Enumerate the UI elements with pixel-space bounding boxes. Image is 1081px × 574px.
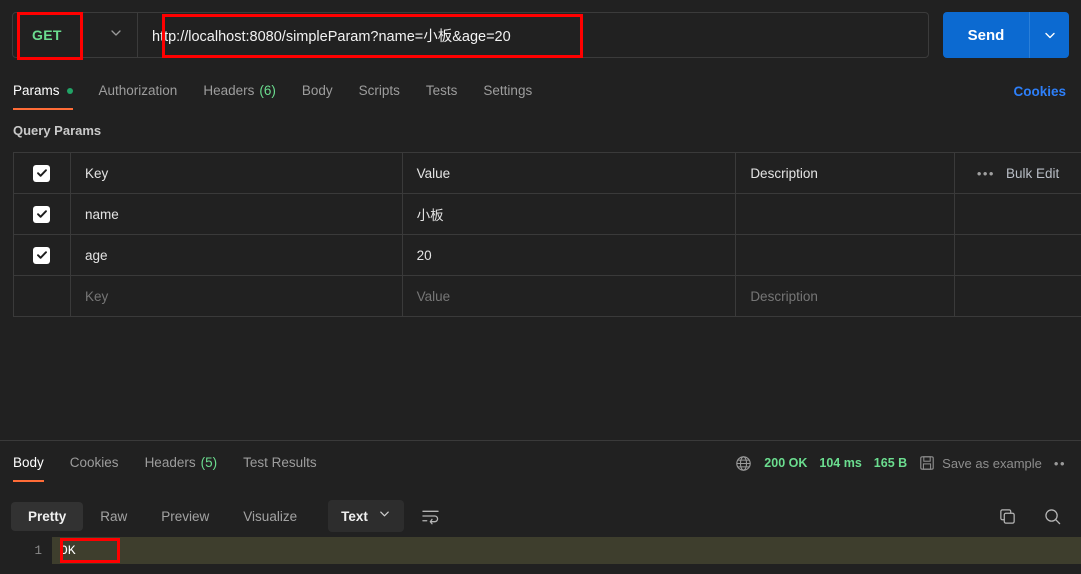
copy-icon[interactable] — [998, 507, 1017, 526]
table-header-row: Key Value Description ••• Bulk Edit — [14, 153, 1081, 194]
request-bar: GET http://localhost:8080/simpleParam?na… — [0, 0, 1081, 70]
response-tab-body-label: Body — [13, 455, 44, 470]
row-value-input[interactable]: 小板 — [403, 194, 737, 234]
response-tab-headers-label: Headers — [144, 455, 196, 470]
response-body-text: OK — [60, 543, 76, 558]
response-size: 165 B — [873, 456, 908, 470]
row-value-input[interactable]: 20 — [403, 235, 737, 275]
response-time: 104 ms — [819, 456, 862, 470]
response-tabs: Body Cookies Headers (5) Test Results 20… — [0, 441, 1081, 485]
row-checkbox[interactable] — [33, 246, 51, 264]
view-raw-button[interactable]: Raw — [83, 502, 144, 531]
tab-scripts-label: Scripts — [358, 83, 400, 98]
tab-body[interactable]: Body — [302, 72, 333, 110]
response-tab-body[interactable]: Body — [13, 444, 44, 482]
url-text: http://localhost:8080/simpleParam?name=小… — [152, 28, 511, 45]
table-row: name 小板 — [14, 194, 1081, 235]
unsaved-dot-icon — [66, 87, 73, 94]
view-pretty-button[interactable]: Pretty — [11, 501, 84, 531]
row-actions-cell — [955, 235, 1081, 275]
new-row-description-input[interactable]: Description — [736, 276, 956, 316]
query-params-table: Key Value Description ••• Bulk Edit name… — [13, 152, 1081, 317]
send-options-chevron-down-icon[interactable] — [1029, 12, 1069, 58]
select-all-checkbox[interactable] — [33, 164, 51, 182]
chevron-down-icon[interactable] — [109, 26, 123, 45]
format-select[interactable]: Text — [328, 500, 404, 532]
view-preview-button[interactable]: Preview — [144, 502, 226, 531]
tab-params[interactable]: Params — [13, 72, 73, 110]
table-actions-cell: ••• Bulk Edit — [955, 153, 1081, 193]
tab-settings[interactable]: Settings — [483, 72, 532, 110]
row-actions-cell — [955, 194, 1081, 234]
search-icon[interactable] — [1043, 507, 1062, 526]
tab-authorization-label: Authorization — [98, 83, 178, 98]
bulk-edit-button[interactable]: Bulk Edit — [1006, 166, 1059, 181]
ellipsis-icon[interactable]: ••• — [977, 167, 995, 180]
response-status-bar: 200 OK 104 ms 165 B Save as example •• — [735, 455, 1068, 472]
row-key-input[interactable]: age — [71, 235, 403, 275]
text-wrap-icon[interactable] — [421, 508, 440, 525]
row-checkbox-cell — [14, 276, 71, 316]
request-tabs: Params Authorization Headers (6) Body Sc… — [0, 70, 1081, 112]
response-more-ellipsis-icon[interactable]: •• — [1054, 456, 1066, 471]
tab-headers-count: (6) — [259, 83, 276, 98]
query-params-title: Query Params — [13, 123, 102, 138]
response-tab-test-results[interactable]: Test Results — [243, 444, 317, 482]
response-tab-headers-count: (5) — [200, 455, 218, 470]
code-line: 1 OK — [0, 537, 1081, 564]
tab-scripts[interactable]: Scripts — [359, 72, 400, 110]
response-body-viewer[interactable]: 1 OK — [0, 537, 1081, 574]
column-header-key: Key — [71, 153, 403, 193]
row-checkbox[interactable] — [33, 205, 51, 223]
response-body-toolbar: Pretty Raw Preview Visualize Text — [0, 496, 1081, 536]
url-input[interactable]: http://localhost:8080/simpleParam?name=小… — [138, 13, 928, 57]
tab-headers-label: Headers — [203, 83, 255, 98]
response-tab-headers[interactable]: Headers (5) — [145, 444, 218, 482]
new-row-key-input[interactable]: Key — [71, 276, 403, 316]
save-as-example-button[interactable]: Save as example — [919, 455, 1042, 471]
save-as-example-label: Save as example — [942, 455, 1042, 471]
tab-settings-label: Settings — [483, 83, 533, 98]
chevron-down-icon — [378, 507, 391, 525]
row-checkbox-cell — [14, 235, 71, 275]
url-group: GET http://localhost:8080/simpleParam?na… — [12, 12, 929, 58]
status-code: 200 OK — [764, 456, 808, 470]
tab-tests[interactable]: Tests — [426, 72, 458, 110]
response-tab-cookies-label: Cookies — [69, 455, 119, 470]
method-selector[interactable]: GET — [13, 13, 138, 57]
line-number: 1 — [0, 537, 52, 564]
row-checkbox-cell — [14, 194, 71, 234]
column-header-description: Description — [736, 153, 956, 193]
send-group: Send — [943, 12, 1069, 58]
tab-params-label: Params — [13, 83, 60, 98]
row-description-input[interactable] — [736, 194, 956, 234]
column-header-value: Value — [403, 153, 737, 193]
tab-body-label: Body — [301, 83, 333, 98]
tab-authorization[interactable]: Authorization — [99, 72, 178, 110]
row-key-input[interactable]: name — [71, 194, 403, 234]
method-label: GET — [32, 27, 62, 43]
row-actions-cell — [955, 276, 1081, 316]
table-row: age 20 — [14, 235, 1081, 276]
row-description-input[interactable] — [736, 235, 956, 275]
format-select-value: Text — [341, 508, 368, 524]
tab-tests-label: Tests — [425, 83, 458, 98]
response-tab-cookies[interactable]: Cookies — [70, 444, 119, 482]
globe-icon — [735, 455, 752, 472]
view-visualize-button[interactable]: Visualize — [226, 502, 314, 531]
body-toolbar-right — [998, 507, 1070, 526]
save-icon — [919, 455, 935, 471]
response-tab-test-results-label: Test Results — [243, 455, 317, 470]
send-button[interactable]: Send — [943, 12, 1029, 58]
new-row-value-input[interactable]: Value — [403, 276, 737, 316]
cookies-link[interactable]: Cookies — [1013, 84, 1068, 99]
tab-headers[interactable]: Headers (6) — [203, 72, 276, 110]
select-all-cell — [14, 153, 71, 193]
table-row-empty: Key Value Description — [14, 276, 1081, 317]
